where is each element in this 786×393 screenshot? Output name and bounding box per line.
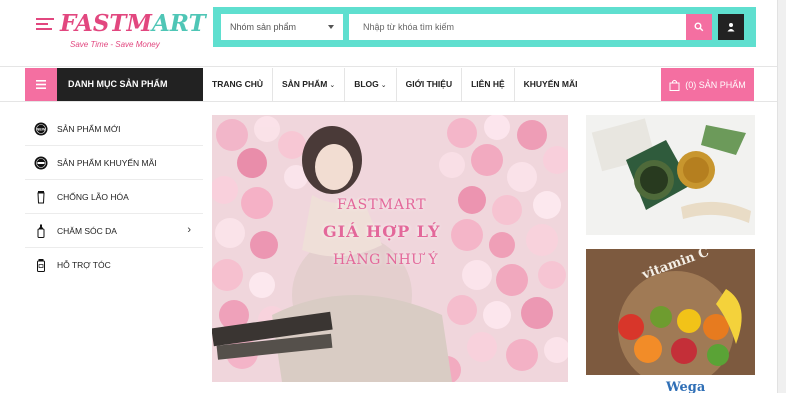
- search-button[interactable]: [686, 14, 712, 40]
- svg-text:NEW: NEW: [36, 126, 46, 131]
- category-menu-toggle[interactable]: [25, 68, 57, 101]
- coffee-scrub-photo: [586, 115, 755, 235]
- cart-button[interactable]: (0) SẢN PHẨM: [661, 68, 754, 101]
- nav-item-home[interactable]: TRANG CHỦ: [203, 68, 273, 101]
- nav-item-label: GIỚI THIỆU: [405, 79, 453, 89]
- search-input[interactable]: [349, 14, 687, 40]
- hero-banner[interactable]: FASTMART GIÁ HỢP LÝ HÀNG NHƯ Ý: [212, 115, 568, 382]
- sidebar-item-hair-care[interactable]: HỖ TRỢ TÓC: [25, 248, 203, 282]
- sidebar-item-new-products[interactable]: NEW SẢN PHẨM MỚI: [25, 112, 203, 146]
- sidebar-item-anti-aging[interactable]: CHỐNG LÃO HÓA: [25, 180, 203, 214]
- banner-line-quality: HÀNG NHƯ Ý: [333, 252, 439, 268]
- logo-wordmark: FASTMART: [60, 10, 206, 37]
- tube-icon: [33, 189, 49, 205]
- sidebar-item-label: SẢN PHẨM KHUYẾN MÃI: [57, 157, 157, 168]
- promo-banner-partial[interactable]: Wega: [586, 381, 755, 393]
- shopping-bag-icon: [669, 79, 680, 91]
- promo-banner-vitamin-c[interactable]: vitamin C: [586, 249, 755, 375]
- sidebar-item-label: CHĂM SÓC DA: [57, 225, 117, 236]
- nav-item-label: SẢN PHẨM: [282, 79, 328, 89]
- bottle-icon: [33, 223, 49, 239]
- sale-badge-icon: [33, 155, 49, 171]
- logo-word-accent: ART: [152, 10, 206, 37]
- user-icon: [727, 23, 735, 32]
- logo-speed-lines: [36, 18, 58, 33]
- category-menu-title[interactable]: DANH MỤC SẢN PHẨM: [57, 68, 203, 101]
- jar-icon: [33, 257, 49, 273]
- category-select[interactable]: Nhóm sản phẩm: [221, 14, 343, 40]
- category-select-value: Nhóm sản phẩm: [230, 22, 297, 32]
- nav-divider: [0, 101, 786, 102]
- promo-banner-coffee-scrub[interactable]: [586, 115, 755, 235]
- sidebar-item-sale-products[interactable]: SẢN PHẨM KHUYẾN MÃI: [25, 146, 203, 180]
- caret-down-icon: [328, 25, 334, 29]
- nav-item-label: TRANG CHỦ: [212, 79, 263, 89]
- vitamin-c-photo: vitamin C: [586, 249, 755, 375]
- nav-item-blog[interactable]: BLOG ⌄: [345, 68, 397, 101]
- sidebar-item-label: HỖ TRỢ TÓC: [57, 260, 111, 270]
- nav-item-products[interactable]: SẢN PHẨM ⌄: [273, 68, 346, 101]
- promo-partial-text: Wega: [666, 381, 706, 393]
- sidebar-item-label: CHỐNG LÃO HÓA: [57, 191, 129, 202]
- chevron-right-icon: ›: [187, 224, 191, 236]
- nav-item-label: BLOG: [354, 79, 379, 89]
- main-nav: TRANG CHỦ SẢN PHẨM ⌄ BLOG ⌄ GIỚI THIỆU LIÊ…: [203, 68, 586, 101]
- hamburger-icon: [36, 80, 46, 89]
- header-divider: [0, 66, 786, 67]
- nav-item-label: LIÊN HỆ: [471, 79, 505, 89]
- cart-label: (0) SẢN PHẨM: [685, 79, 746, 90]
- page-scrollbar[interactable]: [777, 0, 786, 393]
- banner-line-brand: FASTMART: [337, 197, 427, 213]
- page: FASTMART Save Time - Save Money Nhóm sản…: [0, 0, 786, 393]
- chevron-down-icon: ⌄: [380, 82, 387, 89]
- sidebar-item-label: SẢN PHẨM MỚI: [57, 123, 121, 134]
- search-bar: Nhóm sản phẩm: [213, 7, 756, 47]
- logo-tagline: Save Time - Save Money: [70, 40, 160, 49]
- chevron-down-icon: ⌄: [329, 82, 336, 89]
- site-logo[interactable]: FASTMART Save Time - Save Money: [36, 10, 206, 54]
- sidebar-item-skin-care[interactable]: CHĂM SÓC DA ›: [25, 214, 203, 248]
- banner-line-price: GIÁ HỢP LÝ: [323, 222, 441, 241]
- account-button[interactable]: [718, 14, 744, 40]
- nav-item-contact[interactable]: LIÊN HỆ: [462, 68, 515, 101]
- nav-item-about[interactable]: GIỚI THIỆU: [397, 68, 463, 101]
- search-icon: [694, 22, 704, 32]
- logo-word-main: FASTM: [60, 10, 153, 37]
- banner-photo: [212, 115, 568, 382]
- new-badge-icon: NEW: [33, 121, 49, 137]
- category-sidebar: NEW SẢN PHẨM MỚI SẢN PHẨM KHUYẾN MÃI CHỐ…: [25, 112, 203, 282]
- nav-item-label: KHUYẾN MÃI: [523, 79, 578, 89]
- nav-item-promotions[interactable]: KHUYẾN MÃI: [515, 68, 587, 101]
